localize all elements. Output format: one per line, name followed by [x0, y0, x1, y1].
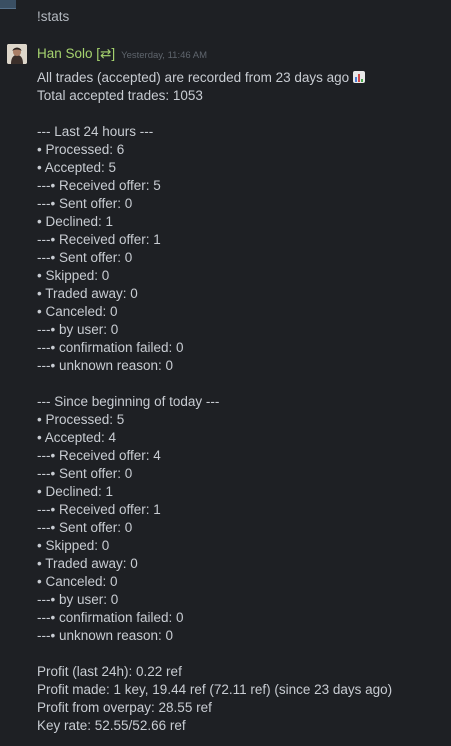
message-line-text: • Accepted: 4: [37, 430, 117, 445]
message-line-text: ---• Received offer: 4: [37, 448, 161, 463]
message-line: ---• Received offer: 5: [37, 177, 447, 195]
message-line: • Skipped: 0: [37, 537, 447, 555]
message-line-text: --- Last 24 hours ---: [37, 124, 154, 139]
message-line-text: • Processed: 5: [37, 412, 125, 427]
message-header: Han Solo [⇄] Yesterday, 11:46 AM: [37, 46, 207, 64]
message-line-text: • Skipped: 0: [37, 538, 110, 553]
message-line: • Skipped: 0: [37, 267, 447, 285]
message-line-text: Profit made: 1 key, 19.44 ref (72.11 ref…: [37, 682, 393, 697]
message-body: All trades (accepted) are recorded from …: [37, 69, 447, 735]
message-line: Profit made: 1 key, 19.44 ref (72.11 ref…: [37, 681, 447, 699]
message-line-text: Key rate: 52.55/52.66 ref: [37, 718, 186, 733]
message-line: • Traded away: 0: [37, 555, 447, 573]
message-line-text: ---• by user: 0: [37, 592, 119, 607]
message-line: ---• by user: 0: [37, 591, 447, 609]
previous-message-text: !stats: [37, 9, 70, 24]
message-line-text: • Processed: 6: [37, 142, 125, 157]
message-line: • Traded away: 0: [37, 285, 447, 303]
message-line-text: ---• Sent offer: 0: [37, 250, 133, 265]
message-line-text: ---• confirmation failed: 0: [37, 340, 184, 355]
message-line: ---• Received offer: 1: [37, 231, 447, 249]
message-line-text: ---• Received offer: 1: [37, 232, 161, 247]
message-line-text: ---• Received offer: 1: [37, 502, 161, 517]
message-line: ---• Received offer: 4: [37, 447, 447, 465]
message-line-text: • Accepted: 5: [37, 160, 117, 175]
message-line: ---• unknown reason: 0: [37, 357, 447, 375]
message-line-text: Profit from overpay: 28.55 ref: [37, 700, 212, 715]
message-line: ---• by user: 0: [37, 321, 447, 339]
message-line-text: ---• by user: 0: [37, 322, 119, 337]
message-line-text: • Skipped: 0: [37, 268, 110, 283]
message-line: Total accepted trades: 1053: [37, 87, 447, 105]
message-line: All trades (accepted) are recorded from …: [37, 69, 447, 87]
message-line-text: Profit (last 24h): 0.22 ref: [37, 664, 182, 679]
message-line-text: • Traded away: 0: [37, 556, 138, 571]
message-line-text: • Declined: 1: [37, 484, 114, 499]
message-line-text: ---• Sent offer: 0: [37, 466, 133, 481]
message-line-text: ---• confirmation failed: 0: [37, 610, 184, 625]
message-line: • Accepted: 5: [37, 159, 447, 177]
avatar[interactable]: [7, 44, 27, 64]
sender-name[interactable]: Han Solo [⇄]: [37, 46, 115, 62]
message-line: --- Last 24 hours ---: [37, 123, 447, 141]
bar-chart-emoji-icon: [353, 71, 366, 83]
message-line-text: ---• unknown reason: 0: [37, 358, 174, 373]
message-line: ---• Sent offer: 0: [37, 195, 447, 213]
message-line: • Canceled: 0: [37, 573, 447, 591]
message-line: ---• Sent offer: 0: [37, 519, 447, 537]
message-line-text: ---• Received offer: 5: [37, 178, 161, 193]
message-line-text: ---• Sent offer: 0: [37, 196, 133, 211]
message-line: • Processed: 5: [37, 411, 447, 429]
message-line: • Declined: 1: [37, 483, 447, 501]
message-line: ---• Sent offer: 0: [37, 249, 447, 267]
message-line-text: All trades (accepted) are recorded from …: [37, 70, 350, 85]
message-line: • Processed: 6: [37, 141, 447, 159]
message-line: Profit (last 24h): 0.22 ref: [37, 663, 447, 681]
message-line: • Accepted: 4: [37, 429, 447, 447]
previous-avatar: [0, 0, 16, 9]
message-line: • Canceled: 0: [37, 303, 447, 321]
message-line-text: ---• unknown reason: 0: [37, 628, 174, 643]
message-line-text: Total accepted trades: 1053: [37, 88, 203, 103]
message-line: ---• Received offer: 1: [37, 501, 447, 519]
message-line: ---• confirmation failed: 0: [37, 339, 447, 357]
message-line: Profit from overpay: 28.55 ref: [37, 699, 447, 717]
message-line-text: --- Since beginning of today ---: [37, 394, 220, 409]
message-line: ---• Sent offer: 0: [37, 465, 447, 483]
message-line-text: • Traded away: 0: [37, 286, 138, 301]
message-line-text: ---• Sent offer: 0: [37, 520, 133, 535]
timestamp: Yesterday, 11:46 AM: [121, 50, 208, 61]
message-line-text: • Canceled: 0: [37, 574, 118, 589]
message-line: ---• confirmation failed: 0: [37, 609, 447, 627]
message-line-text: • Canceled: 0: [37, 304, 118, 319]
message-line-text: • Declined: 1: [37, 214, 114, 229]
message-line: ---• unknown reason: 0: [37, 627, 447, 645]
message-line: Key rate: 52.55/52.66 ref: [37, 717, 447, 735]
message-line: • Declined: 1: [37, 213, 447, 231]
message-line: --- Since beginning of today ---: [37, 393, 447, 411]
